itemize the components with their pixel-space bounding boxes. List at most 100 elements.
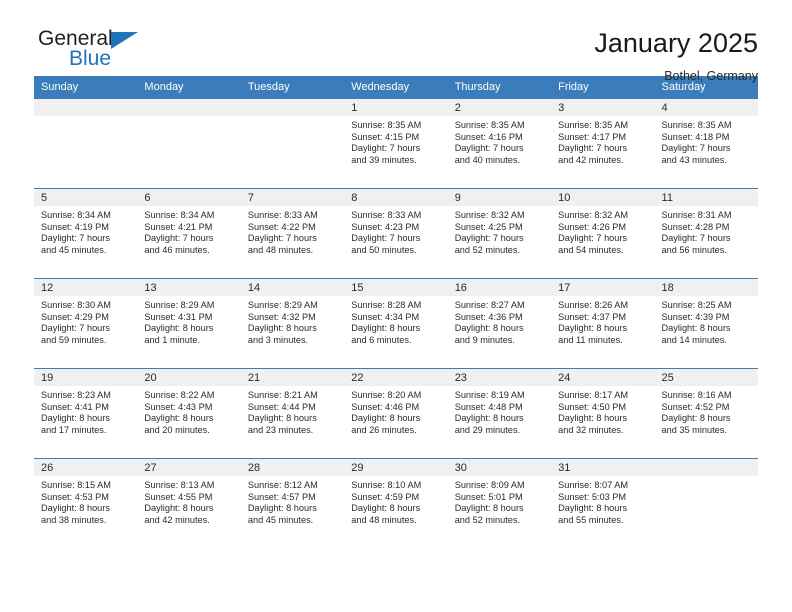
calendar-day-19[interactable]: 19 Sunrise: 8:23 AM Sunset: 4:41 PM Dayligh… bbox=[34, 369, 138, 458]
day-detail-line: and 56 minutes. bbox=[661, 244, 727, 255]
calendar-day-3[interactable]: 3 Sunrise: 8:35 AM Sunset: 4:17 PM Daylight… bbox=[551, 99, 655, 188]
calendar-day-22[interactable]: 22 Sunrise: 8:20 AM Sunset: 4:46 PM Dayligh… bbox=[344, 369, 448, 458]
calendar-day-27[interactable]: 27 Sunrise: 8:13 AM Sunset: 4:55 PM Dayligh… bbox=[137, 459, 241, 548]
day-detail-line: Sunrise: 8:31 AM bbox=[661, 210, 732, 220]
day-detail-line: Sunset: 4:26 PM bbox=[558, 221, 627, 232]
day-detail-line: Sunrise: 8:10 AM bbox=[351, 480, 422, 490]
day-detail-line: Daylight: 7 hours bbox=[661, 233, 731, 244]
calendar-day-15[interactable]: 15 Sunrise: 8:28 AM Sunset: 4:34 PM Dayligh… bbox=[344, 279, 448, 368]
day-number: 17 bbox=[551, 279, 655, 296]
day-detail-line: Sunrise: 8:35 AM bbox=[558, 120, 629, 130]
day-detail: Sunrise: 8:31 AM Sunset: 4:28 PM Daylight:… bbox=[655, 206, 758, 256]
day-detail-line: and 14 minutes. bbox=[661, 334, 727, 345]
day-detail-line: Daylight: 8 hours bbox=[454, 323, 524, 334]
day-detail-line: Daylight: 7 hours bbox=[41, 323, 110, 334]
day-detail-line: and 3 minutes. bbox=[247, 334, 309, 345]
calendar-day-26[interactable]: 26 Sunrise: 8:15 AM Sunset: 4:53 PM Dayligh… bbox=[34, 459, 138, 548]
title-block: January 2025 Bothel, Germany bbox=[594, 28, 758, 84]
calendar-day-18[interactable]: 18 Sunrise: 8:25 AM Sunset: 4:39 PM Dayligh… bbox=[654, 279, 758, 368]
calendar-day-28[interactable]: 28 Sunrise: 8:12 AM Sunset: 4:57 PM Dayligh… bbox=[240, 459, 345, 548]
day-number: 27 bbox=[137, 459, 241, 476]
calendar-day-30[interactable]: 30 Sunrise: 8:09 AM Sunset: 5:01 PM Dayligh… bbox=[447, 459, 552, 548]
day-detail-line: Daylight: 7 hours bbox=[661, 143, 731, 154]
day-detail-line: and 54 minutes. bbox=[558, 244, 624, 255]
day-detail-line: and 50 minutes. bbox=[351, 244, 417, 255]
day-detail bbox=[655, 476, 758, 480]
calendar-day-4[interactable]: 4 Sunrise: 8:35 AM Sunset: 4:18 PM Daylight… bbox=[654, 99, 758, 188]
day-number: 3 bbox=[551, 99, 655, 116]
day-number: 13 bbox=[137, 279, 241, 296]
day-detail-line: Daylight: 8 hours bbox=[144, 503, 214, 514]
calendar-day-20[interactable]: 20 Sunrise: 8:22 AM Sunset: 4:43 PM Dayligh… bbox=[137, 369, 241, 458]
day-detail-line: Sunrise: 8:34 AM bbox=[41, 210, 111, 220]
logo-triangle-icon bbox=[111, 32, 138, 49]
day-number: 11 bbox=[654, 189, 758, 206]
day-detail-line: and 9 minutes. bbox=[454, 334, 515, 345]
day-number: 30 bbox=[447, 459, 552, 476]
calendar-day-31[interactable]: 31 Sunrise: 8:07 AM Sunset: 5:03 PM Dayligh… bbox=[551, 459, 655, 548]
calendar-day-16[interactable]: 16 Sunrise: 8:27 AM Sunset: 4:36 PM Dayligh… bbox=[447, 279, 552, 368]
day-detail: Sunrise: 8:21 AM Sunset: 4:44 PM Daylight:… bbox=[241, 386, 344, 436]
calendar-day-13[interactable]: 13 Sunrise: 8:29 AM Sunset: 4:31 PM Dayligh… bbox=[137, 279, 241, 368]
day-detail-line: Sunset: 4:41 PM bbox=[41, 401, 109, 412]
brand-name-blue: Blue bbox=[69, 47, 112, 70]
day-detail-line: and 38 minutes. bbox=[41, 514, 107, 525]
calendar-day-9[interactable]: 9 Sunrise: 8:32 AM Sunset: 4:25 PM Daylight… bbox=[447, 189, 552, 278]
day-detail: Sunrise: 8:15 AM Sunset: 4:53 PM Daylight:… bbox=[34, 476, 137, 526]
day-detail-line: Daylight: 7 hours bbox=[351, 143, 421, 154]
calendar-day-12[interactable]: 12 Sunrise: 8:30 AM Sunset: 4:29 PM Dayligh… bbox=[34, 279, 138, 368]
calendar-day-29[interactable]: 29 Sunrise: 8:10 AM Sunset: 4:59 PM Dayligh… bbox=[344, 459, 448, 548]
day-detail-line: Sunset: 4:23 PM bbox=[351, 221, 420, 232]
day-detail-line: and 52 minutes. bbox=[454, 514, 521, 525]
weekday-header-monday: Monday bbox=[137, 76, 241, 99]
day-detail-line: Daylight: 8 hours bbox=[558, 413, 628, 424]
day-detail-line: Sunrise: 8:33 AM bbox=[247, 210, 318, 220]
day-detail-line: and 29 minutes. bbox=[454, 424, 521, 435]
day-number: 24 bbox=[551, 369, 655, 386]
day-detail-line: Sunrise: 8:20 AM bbox=[351, 390, 422, 400]
day-detail: Sunrise: 8:28 AM Sunset: 4:34 PM Daylight:… bbox=[344, 296, 447, 346]
day-detail-line: Daylight: 8 hours bbox=[558, 503, 628, 514]
calendar-day-2[interactable]: 2 Sunrise: 8:35 AM Sunset: 4:16 PM Daylight… bbox=[447, 99, 552, 188]
day-detail-line: Daylight: 8 hours bbox=[661, 413, 731, 424]
day-detail-line: and 48 minutes. bbox=[351, 514, 417, 525]
day-number: 18 bbox=[654, 279, 758, 296]
brand-logo[interactable]: General Blue bbox=[34, 28, 164, 76]
day-detail: Sunrise: 8:09 AM Sunset: 5:01 PM Daylight:… bbox=[448, 476, 551, 526]
day-detail-line: Sunrise: 8:22 AM bbox=[144, 390, 215, 400]
day-detail-line: Sunset: 4:15 PM bbox=[351, 131, 420, 142]
day-detail-line: Sunset: 4:48 PM bbox=[454, 401, 523, 412]
day-detail-line: Daylight: 7 hours bbox=[558, 233, 628, 244]
calendar-day-7[interactable]: 7 Sunrise: 8:33 AM Sunset: 4:22 PM Daylight… bbox=[240, 189, 345, 278]
day-detail-line: and 46 minutes. bbox=[144, 244, 210, 255]
day-detail: Sunrise: 8:19 AM Sunset: 4:48 PM Daylight:… bbox=[448, 386, 551, 436]
day-detail bbox=[241, 116, 344, 120]
day-detail-line: Sunrise: 8:09 AM bbox=[454, 480, 525, 490]
calendar-day-1[interactable]: 1 Sunrise: 8:35 AM Sunset: 4:15 PM Daylight… bbox=[344, 99, 448, 188]
calendar-day-21[interactable]: 21 Sunrise: 8:21 AM Sunset: 4:44 PM Dayligh… bbox=[240, 369, 345, 458]
day-detail-line: Sunset: 4:52 PM bbox=[661, 401, 730, 412]
day-detail-line: Daylight: 7 hours bbox=[558, 143, 628, 154]
calendar-day-24[interactable]: 24 Sunrise: 8:17 AM Sunset: 4:50 PM Dayligh… bbox=[551, 369, 655, 458]
calendar-day-11[interactable]: 11 Sunrise: 8:31 AM Sunset: 4:28 PM Dayligh… bbox=[654, 189, 758, 278]
calendar-day-25[interactable]: 25 Sunrise: 8:16 AM Sunset: 4:52 PM Dayligh… bbox=[654, 369, 758, 458]
calendar-day-23[interactable]: 23 Sunrise: 8:19 AM Sunset: 4:48 PM Dayligh… bbox=[447, 369, 552, 458]
day-detail-line: Daylight: 8 hours bbox=[247, 503, 317, 514]
calendar-day-8[interactable]: 8 Sunrise: 8:33 AM Sunset: 4:23 PM Daylight… bbox=[344, 189, 448, 278]
calendar-day-6[interactable]: 6 Sunrise: 8:34 AM Sunset: 4:21 PM Daylight… bbox=[137, 189, 241, 278]
day-detail-line: Sunrise: 8:25 AM bbox=[661, 300, 732, 310]
day-number: 26 bbox=[34, 459, 138, 476]
day-detail-line: Sunrise: 8:29 AM bbox=[144, 300, 215, 310]
calendar-day-17[interactable]: 17 Sunrise: 8:26 AM Sunset: 4:37 PM Dayligh… bbox=[551, 279, 655, 368]
calendar-day-14[interactable]: 14 Sunrise: 8:29 AM Sunset: 4:32 PM Dayligh… bbox=[240, 279, 345, 368]
day-detail: Sunrise: 8:33 AM Sunset: 4:23 PM Daylight:… bbox=[344, 206, 447, 256]
day-detail-line: Sunrise: 8:35 AM bbox=[351, 120, 422, 130]
calendar-day-5[interactable]: 5 Sunrise: 8:34 AM Sunset: 4:19 PM Daylight… bbox=[34, 189, 138, 278]
day-detail-line: Daylight: 8 hours bbox=[351, 503, 421, 514]
calendar-day-10[interactable]: 10 Sunrise: 8:32 AM Sunset: 4:26 PM Dayligh… bbox=[551, 189, 655, 278]
day-detail-line: Daylight: 7 hours bbox=[351, 233, 421, 244]
day-detail-line: Daylight: 7 hours bbox=[454, 233, 524, 244]
day-detail-line: Sunset: 4:57 PM bbox=[247, 491, 316, 502]
day-detail-line: and 1 minute. bbox=[144, 334, 201, 345]
day-detail-line: and 40 minutes. bbox=[454, 154, 521, 165]
